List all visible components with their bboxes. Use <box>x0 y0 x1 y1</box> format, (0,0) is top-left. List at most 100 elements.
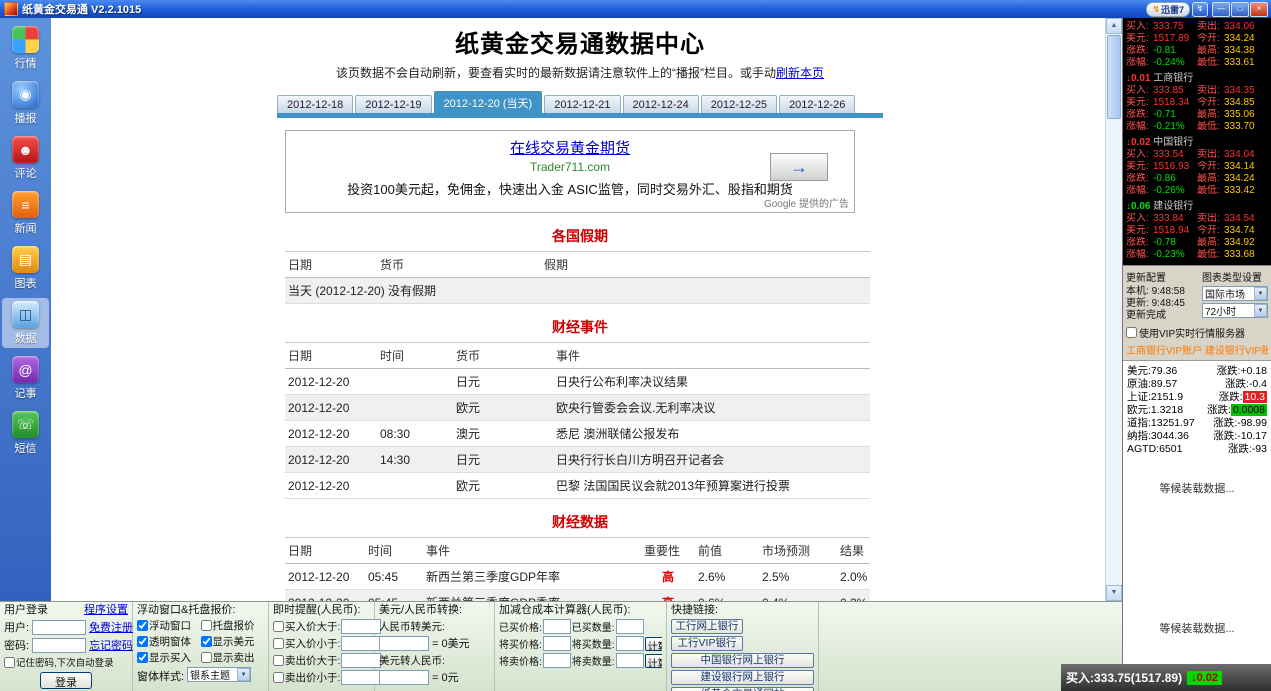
forgot-password-link[interactable]: 忘记密码 <box>89 637 133 653</box>
scroll-down-button[interactable]: ▼ <box>1106 585 1122 601</box>
register-link[interactable]: 免费注册 <box>89 619 133 635</box>
xunlei-button[interactable]: ↯迅雷7 <box>1146 2 1190 17</box>
event-date-header: 日期 <box>285 343 377 369</box>
sidebar-item[interactable]: ▤ 图表 <box>2 243 49 293</box>
float-window-title: 浮动窗口&托盘报价: <box>137 604 264 617</box>
calc-price-label: 将卖价格: <box>499 653 542 668</box>
holidays-section-title: 各国假期 <box>277 226 883 246</box>
float-option-checkbox[interactable] <box>137 652 148 663</box>
settings-link[interactable]: 程序设置 <box>84 604 128 617</box>
sidebar-item[interactable]: ◫ 数据 <box>2 298 49 348</box>
calc-price-input[interactable] <box>543 619 571 634</box>
float-option-checkbox[interactable] <box>137 620 148 631</box>
bottom-status-bar: 买入:333.75(1517.89) ↓0.02 <box>1061 664 1271 691</box>
alert-checkbox[interactable] <box>273 672 284 683</box>
cny-to-usd-input[interactable] <box>379 636 429 651</box>
sidebar-item[interactable]: ☻ 评论 <box>2 133 49 183</box>
low-price: 333.61 <box>1224 57 1268 69</box>
remember-password-checkbox[interactable] <box>4 657 15 668</box>
alert-checkbox[interactable] <box>273 655 284 666</box>
change-value: -0.81 <box>1153 45 1197 57</box>
currency-convert-title: 美元/人民币转换: <box>379 604 490 617</box>
chart-period-select[interactable]: 72小时▼ <box>1202 303 1268 318</box>
maximize-button[interactable]: □ <box>1231 2 1249 17</box>
remember-password-option[interactable]: 记住密码,下次自动登录 <box>4 655 128 669</box>
quick-link-button[interactable]: 工行VIP银行 <box>671 636 743 651</box>
date-tab[interactable]: 2012-12-18 <box>277 95 353 113</box>
xunlei-accel-button[interactable]: ↯ <box>1192 2 1208 17</box>
alert-checkbox[interactable] <box>273 621 284 632</box>
username-input[interactable] <box>32 620 86 635</box>
date-cell: 2012-12-20 <box>285 395 377 421</box>
float-option[interactable]: 显示卖出 <box>201 650 265 665</box>
buy-price: 333.75 <box>1153 21 1197 33</box>
change-label: 涨跌: <box>1217 365 1241 377</box>
cny-to-usd-label: 人民币转美元: <box>379 619 490 634</box>
sell-price: 334.06 <box>1224 21 1268 33</box>
window-style-select[interactable]: 银系主题▼ <box>187 667 251 682</box>
calc-price-input[interactable] <box>543 636 571 651</box>
vip-server-option[interactable]: 使用VIP实时行情服务器 <box>1126 325 1268 340</box>
indicator-name: 欧元:1.3218 <box>1127 404 1183 417</box>
refresh-page-link[interactable]: 刷新本页 <box>776 66 824 80</box>
event-time-header: 时间 <box>377 343 453 369</box>
minimize-button[interactable]: — <box>1212 2 1230 17</box>
usd-to-cny-input[interactable] <box>379 670 429 685</box>
alert-label: 买入价小于: <box>285 636 340 651</box>
float-option[interactable]: 托盘报价 <box>201 618 265 633</box>
date-tab[interactable]: 2012-12-20 (当天) <box>434 91 543 113</box>
ad-headline-link[interactable]: 在线交易黄金期货 <box>286 137 854 158</box>
calc-qty-input[interactable] <box>616 619 644 634</box>
scroll-thumb[interactable] <box>1107 35 1121 119</box>
sidebar-item[interactable]: ≡ 新闻 <box>2 188 49 238</box>
data-section-title: 财经数据 <box>277 512 883 532</box>
time-cell: 14:30 <box>377 447 453 473</box>
scroll-up-button[interactable]: ▲ <box>1106 18 1122 34</box>
calc-price-input[interactable] <box>543 653 571 668</box>
bank-change: ↓0.01 <box>1126 73 1150 84</box>
date-tab[interactable]: 2012-12-24 <box>623 95 699 113</box>
date-tab[interactable]: 2012-12-26 <box>779 95 855 113</box>
float-option-checkbox[interactable] <box>201 636 212 647</box>
sidebar-item[interactable]: @ 记事 <box>2 353 49 403</box>
calculate-button[interactable]: 计算 <box>645 637 662 651</box>
market-type-select[interactable]: 国际市场▼ <box>1202 286 1268 301</box>
password-input[interactable] <box>32 638 86 653</box>
login-button[interactable]: 登录 <box>40 672 92 689</box>
sidebar-item[interactable]: 行情 <box>2 23 49 73</box>
economic-indicators-panel: 美元:79.36 涨跌:+0.18 原油:89.57 涨跌:-0.4 上证:21… <box>1123 360 1271 460</box>
vip-account-links[interactable]: 工商银行VIP账户 建设银行VIP账户 <box>1126 342 1268 357</box>
scrollbar[interactable]: ▲ ▼ <box>1105 18 1122 601</box>
quick-link-button[interactable]: 纸黄金交易通网站 <box>671 687 814 691</box>
float-option-checkbox[interactable] <box>201 620 212 631</box>
sidebar-item[interactable]: ◉ 播报 <box>2 78 49 128</box>
date-tab[interactable]: 2012-12-19 <box>355 95 431 113</box>
alert-checkbox[interactable] <box>273 638 284 649</box>
app-window: 纸黄金交易通 V2.2.1015 ↯迅雷7 ↯ — □ × 行情 ◉ 播报 ☻ … <box>0 0 1271 691</box>
calc-qty-input[interactable] <box>616 653 644 668</box>
ad-arrow-button[interactable]: → <box>770 153 828 181</box>
sidebar-item[interactable]: ☏ 短信 <box>2 408 49 458</box>
close-button[interactable]: × <box>1250 2 1268 17</box>
quick-link-button[interactable]: 建设银行网上银行 <box>671 670 814 685</box>
data-previous-header: 前值 <box>695 538 759 564</box>
vip-server-checkbox[interactable] <box>1126 327 1137 338</box>
float-option[interactable]: 透明窗体 <box>137 634 201 649</box>
float-option[interactable]: 显示美元 <box>201 634 265 649</box>
quick-link-button[interactable]: 中国银行网上银行 <box>671 653 814 668</box>
importance-cell: 高 <box>641 564 695 590</box>
float-option[interactable]: 显示买入 <box>137 650 201 665</box>
float-option-checkbox[interactable] <box>201 652 212 663</box>
quick-link-button[interactable]: 工行网上银行 <box>671 619 743 634</box>
date-tab[interactable]: 2012-12-25 <box>701 95 777 113</box>
calc-qty-label: 将买数量: <box>572 636 615 651</box>
calc-qty-input[interactable] <box>616 636 644 651</box>
main-content: 纸黄金交易通数据中心 该页数据不会自动刷新，要查看实时的最新数据请注意软件上的“… <box>51 18 1122 601</box>
date-tab[interactable]: 2012-12-21 <box>544 95 620 113</box>
window-title: 纸黄金交易通 V2.2.1015 <box>22 1 141 17</box>
econ-row: 上证:2151.9 涨跌:10.3 <box>1127 391 1267 404</box>
economic-data-table: 日期 时间 事件 重要性 前值 市场预测 结果 2012-12-20 05: <box>285 537 870 601</box>
float-option[interactable]: 浮动窗口 <box>137 618 201 633</box>
calculate-button[interactable]: 计算 <box>645 654 662 668</box>
float-option-checkbox[interactable] <box>137 636 148 647</box>
